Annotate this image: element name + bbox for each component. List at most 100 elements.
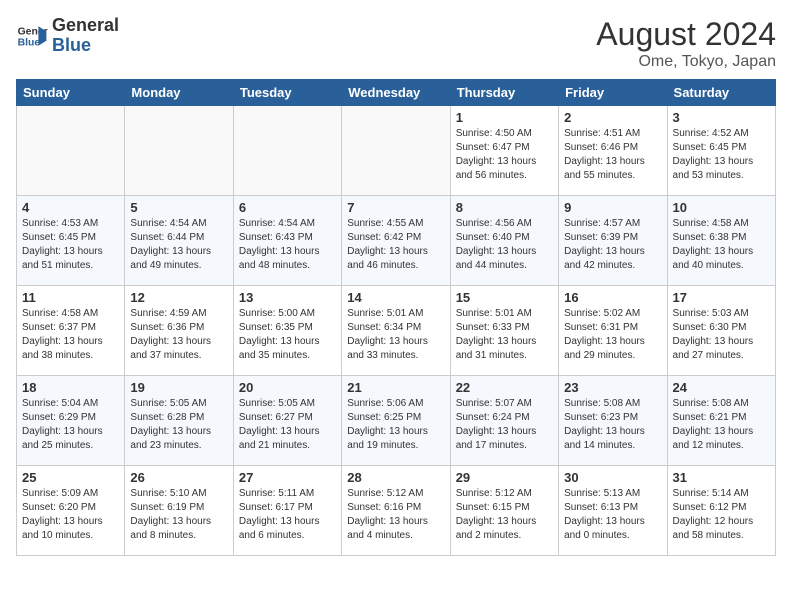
day-info: Sunrise: 4:54 AM Sunset: 6:44 PM Dayligh… bbox=[130, 217, 227, 273]
day-info: Sunrise: 5:02 AM Sunset: 6:31 PM Dayligh… bbox=[564, 307, 661, 363]
header-thursday: Thursday bbox=[450, 80, 558, 106]
calendar-cell bbox=[233, 106, 341, 196]
day-number: 16 bbox=[564, 290, 661, 305]
calendar-cell: 13 Sunrise: 5:00 AM Sunset: 6:35 PM Dayli… bbox=[233, 286, 341, 376]
week-row-2: 4 Sunrise: 4:53 AM Sunset: 6:45 PM Daylig… bbox=[17, 196, 776, 286]
day-info: Sunrise: 4:54 AM Sunset: 6:43 PM Dayligh… bbox=[239, 217, 336, 273]
day-info: Sunrise: 5:14 AM Sunset: 6:12 PM Dayligh… bbox=[673, 487, 770, 543]
day-number: 14 bbox=[347, 290, 444, 305]
day-info: Sunrise: 5:13 AM Sunset: 6:13 PM Dayligh… bbox=[564, 487, 661, 543]
day-info: Sunrise: 5:09 AM Sunset: 6:20 PM Dayligh… bbox=[22, 487, 119, 543]
day-number: 28 bbox=[347, 470, 444, 485]
day-info: Sunrise: 4:52 AM Sunset: 6:45 PM Dayligh… bbox=[673, 127, 770, 183]
calendar-cell bbox=[17, 106, 125, 196]
day-number: 31 bbox=[673, 470, 770, 485]
day-info: Sunrise: 5:12 AM Sunset: 6:15 PM Dayligh… bbox=[456, 487, 553, 543]
calendar-table: SundayMondayTuesdayWednesdayThursdayFrid… bbox=[16, 79, 776, 556]
day-number: 9 bbox=[564, 200, 661, 215]
calendar-cell: 18 Sunrise: 5:04 AM Sunset: 6:29 PM Dayli… bbox=[17, 376, 125, 466]
title-area: August 2024 Ome, Tokyo, Japan bbox=[596, 16, 776, 71]
day-number: 4 bbox=[22, 200, 119, 215]
calendar-cell: 4 Sunrise: 4:53 AM Sunset: 6:45 PM Daylig… bbox=[17, 196, 125, 286]
day-info: Sunrise: 5:08 AM Sunset: 6:23 PM Dayligh… bbox=[564, 397, 661, 453]
day-number: 1 bbox=[456, 110, 553, 125]
calendar-cell: 11Sunrise: 4:58 AM Sunset: 6:37 PM Dayli… bbox=[17, 286, 125, 376]
location-subtitle: Ome, Tokyo, Japan bbox=[596, 53, 776, 71]
day-info: Sunrise: 5:04 AM Sunset: 6:29 PM Dayligh… bbox=[22, 397, 119, 453]
day-number: 26 bbox=[130, 470, 227, 485]
calendar-cell: 2 Sunrise: 4:51 AM Sunset: 6:46 PM Daylig… bbox=[559, 106, 667, 196]
header-sunday: Sunday bbox=[17, 80, 125, 106]
logo-text: General Blue bbox=[52, 16, 119, 56]
day-info: Sunrise: 4:53 AM Sunset: 6:45 PM Dayligh… bbox=[22, 217, 119, 273]
day-number: 18 bbox=[22, 380, 119, 395]
calendar-cell bbox=[342, 106, 450, 196]
day-info: Sunrise: 5:01 AM Sunset: 6:33 PM Dayligh… bbox=[456, 307, 553, 363]
day-info: Sunrise: 5:01 AM Sunset: 6:34 PM Dayligh… bbox=[347, 307, 444, 363]
logo: General Blue General Blue bbox=[16, 16, 119, 56]
day-info: Sunrise: 5:05 AM Sunset: 6:28 PM Dayligh… bbox=[130, 397, 227, 453]
weekday-header-row: SundayMondayTuesdayWednesdayThursdayFrid… bbox=[17, 80, 776, 106]
day-info: Sunrise: 4:50 AM Sunset: 6:47 PM Dayligh… bbox=[456, 127, 553, 183]
day-number: 5 bbox=[130, 200, 227, 215]
day-info: Sunrise: 4:58 AM Sunset: 6:38 PM Dayligh… bbox=[673, 217, 770, 273]
day-number: 7 bbox=[347, 200, 444, 215]
svg-text:Blue: Blue bbox=[18, 37, 41, 48]
day-number: 23 bbox=[564, 380, 661, 395]
calendar-cell: 9Sunrise: 4:57 AM Sunset: 6:39 PM Daylig… bbox=[559, 196, 667, 286]
header-tuesday: Tuesday bbox=[233, 80, 341, 106]
calendar-cell: 14 Sunrise: 5:01 AM Sunset: 6:34 PM Dayli… bbox=[342, 286, 450, 376]
day-number: 3 bbox=[673, 110, 770, 125]
day-info: Sunrise: 4:59 AM Sunset: 6:36 PM Dayligh… bbox=[130, 307, 227, 363]
day-info: Sunrise: 4:51 AM Sunset: 6:46 PM Dayligh… bbox=[564, 127, 661, 183]
day-info: Sunrise: 5:00 AM Sunset: 6:35 PM Dayligh… bbox=[239, 307, 336, 363]
calendar-cell: 6 Sunrise: 4:54 AM Sunset: 6:43 PM Daylig… bbox=[233, 196, 341, 286]
day-info: Sunrise: 5:03 AM Sunset: 6:30 PM Dayligh… bbox=[673, 307, 770, 363]
day-number: 2 bbox=[564, 110, 661, 125]
calendar-cell: 5 Sunrise: 4:54 AM Sunset: 6:44 PM Daylig… bbox=[125, 196, 233, 286]
day-info: Sunrise: 5:05 AM Sunset: 6:27 PM Dayligh… bbox=[239, 397, 336, 453]
day-number: 20 bbox=[239, 380, 336, 395]
day-number: 12 bbox=[130, 290, 227, 305]
day-number: 19 bbox=[130, 380, 227, 395]
calendar-cell: 1 Sunrise: 4:50 AM Sunset: 6:47 PM Daylig… bbox=[450, 106, 558, 196]
day-info: Sunrise: 5:11 AM Sunset: 6:17 PM Dayligh… bbox=[239, 487, 336, 543]
calendar-cell: 12 Sunrise: 4:59 AM Sunset: 6:36 PM Dayli… bbox=[125, 286, 233, 376]
day-number: 13 bbox=[239, 290, 336, 305]
calendar-cell: 17 Sunrise: 5:03 AM Sunset: 6:30 PM Dayli… bbox=[667, 286, 775, 376]
calendar-cell: 24Sunrise: 5:08 AM Sunset: 6:21 PM Dayli… bbox=[667, 376, 775, 466]
day-number: 22 bbox=[456, 380, 553, 395]
calendar-cell: 20 Sunrise: 5:05 AM Sunset: 6:27 PM Dayli… bbox=[233, 376, 341, 466]
day-number: 6 bbox=[239, 200, 336, 215]
calendar-cell: 19 Sunrise: 5:05 AM Sunset: 6:28 PM Dayli… bbox=[125, 376, 233, 466]
day-number: 25 bbox=[22, 470, 119, 485]
calendar-cell bbox=[125, 106, 233, 196]
calendar-cell: 30 Sunrise: 5:13 AM Sunset: 6:13 PM Dayli… bbox=[559, 466, 667, 556]
week-row-5: 25 Sunrise: 5:09 AM Sunset: 6:20 PM Dayli… bbox=[17, 466, 776, 556]
calendar-cell: 25 Sunrise: 5:09 AM Sunset: 6:20 PM Dayli… bbox=[17, 466, 125, 556]
header-friday: Friday bbox=[559, 80, 667, 106]
calendar-cell: 26 Sunrise: 5:10 AM Sunset: 6:19 PM Dayli… bbox=[125, 466, 233, 556]
day-info: Sunrise: 5:06 AM Sunset: 6:25 PM Dayligh… bbox=[347, 397, 444, 453]
header-monday: Monday bbox=[125, 80, 233, 106]
calendar-cell: 27 Sunrise: 5:11 AM Sunset: 6:17 PM Dayli… bbox=[233, 466, 341, 556]
day-number: 29 bbox=[456, 470, 553, 485]
week-row-3: 11Sunrise: 4:58 AM Sunset: 6:37 PM Dayli… bbox=[17, 286, 776, 376]
day-number: 27 bbox=[239, 470, 336, 485]
calendar-cell: 21 Sunrise: 5:06 AM Sunset: 6:25 PM Dayli… bbox=[342, 376, 450, 466]
day-info: Sunrise: 5:10 AM Sunset: 6:19 PM Dayligh… bbox=[130, 487, 227, 543]
calendar-cell: 31 Sunrise: 5:14 AM Sunset: 6:12 PM Dayli… bbox=[667, 466, 775, 556]
day-info: Sunrise: 5:08 AM Sunset: 6:21 PM Dayligh… bbox=[673, 397, 770, 453]
day-number: 11 bbox=[22, 290, 119, 305]
calendar-cell: 29 Sunrise: 5:12 AM Sunset: 6:15 PM Dayli… bbox=[450, 466, 558, 556]
calendar-cell: 28Sunrise: 5:12 AM Sunset: 6:16 PM Dayli… bbox=[342, 466, 450, 556]
header-saturday: Saturday bbox=[667, 80, 775, 106]
logo-icon: General Blue bbox=[16, 20, 48, 52]
calendar-cell: 3 Sunrise: 4:52 AM Sunset: 6:45 PM Daylig… bbox=[667, 106, 775, 196]
calendar-cell: 23 Sunrise: 5:08 AM Sunset: 6:23 PM Dayli… bbox=[559, 376, 667, 466]
day-number: 21 bbox=[347, 380, 444, 395]
day-number: 17 bbox=[673, 290, 770, 305]
day-info: Sunrise: 4:55 AM Sunset: 6:42 PM Dayligh… bbox=[347, 217, 444, 273]
day-number: 30 bbox=[564, 470, 661, 485]
calendar-cell: 10Sunrise: 4:58 AM Sunset: 6:38 PM Dayli… bbox=[667, 196, 775, 286]
